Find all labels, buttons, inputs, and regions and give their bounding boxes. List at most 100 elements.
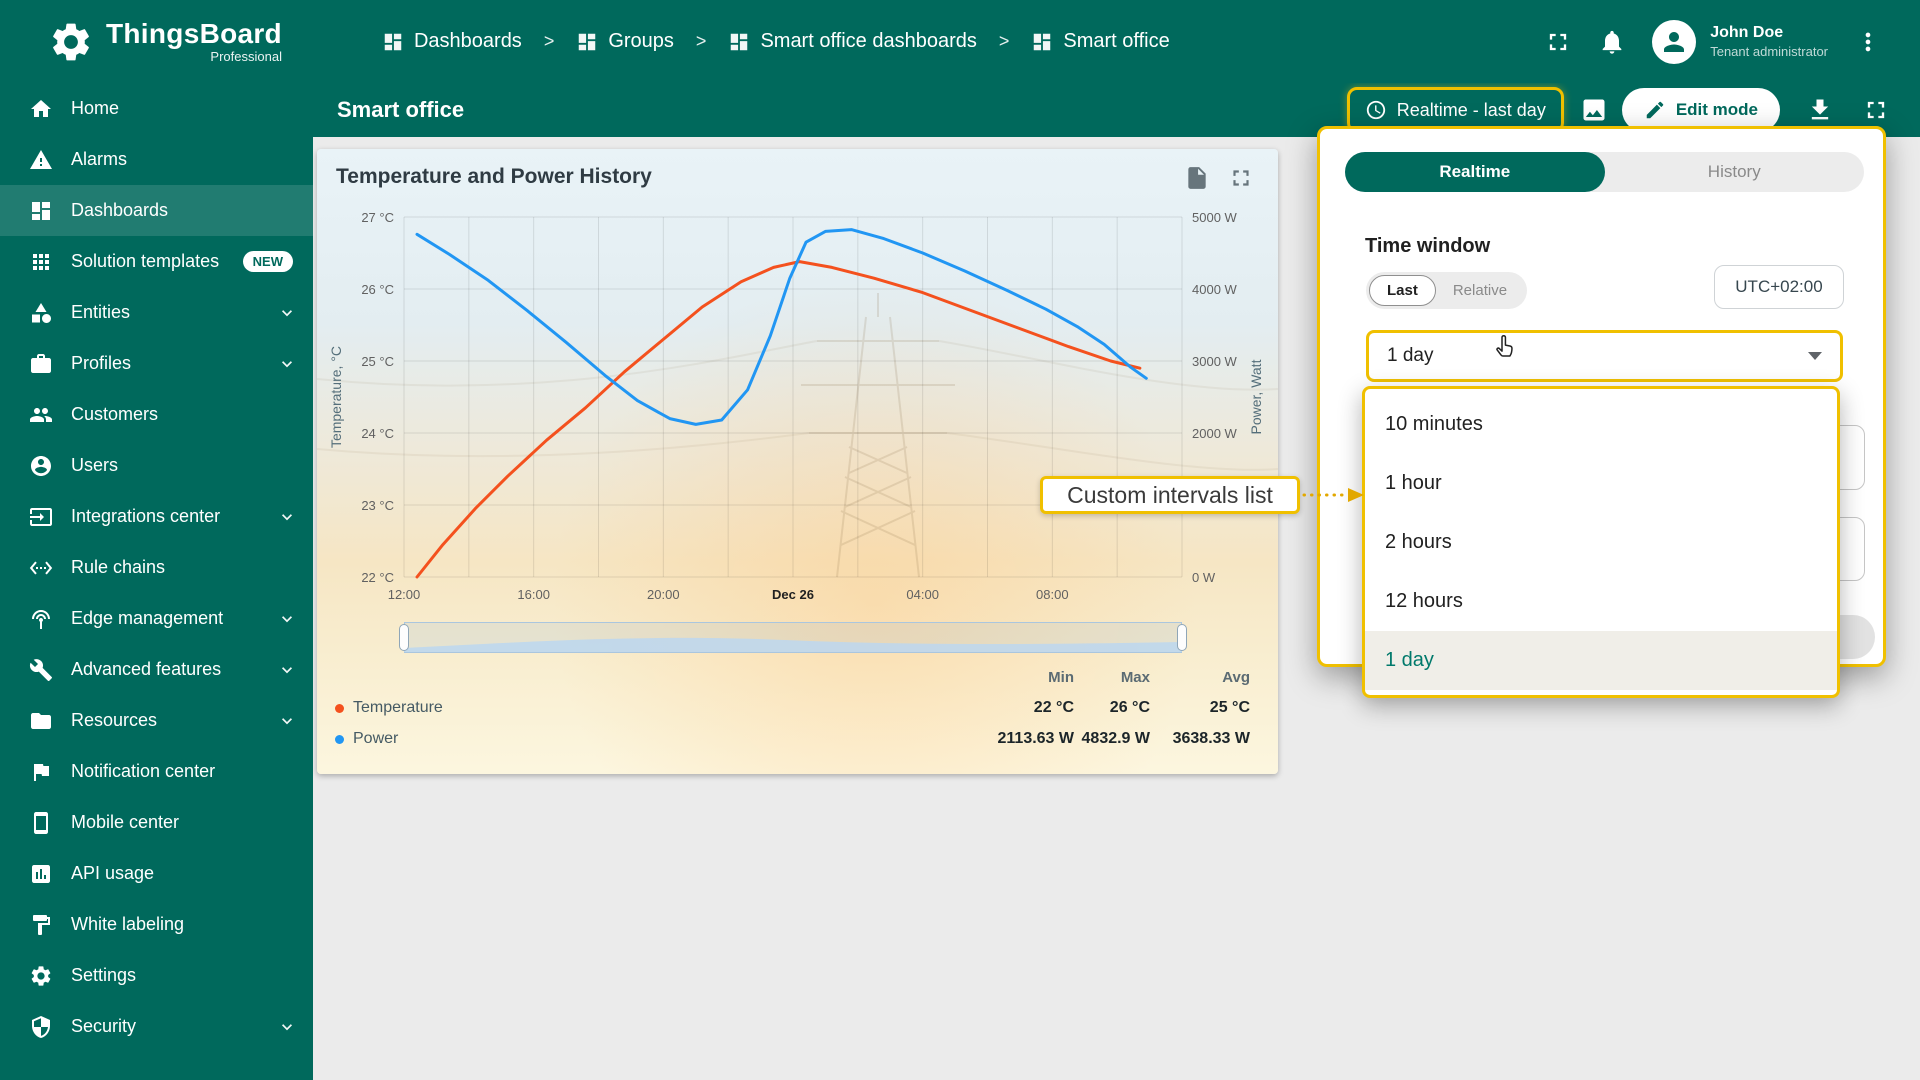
toolbar-fullscreen-icon[interactable] [1862,96,1890,124]
interval-option-1-hour[interactable]: 1 hour [1365,454,1837,513]
kebab-menu-icon[interactable] [1854,28,1882,56]
breadcrumb: Dashboards > Groups > Smart office dashboard… [382,30,1170,53]
interval-option-2-hours[interactable]: 2 hours [1365,513,1837,572]
svg-text:Power, Watt: Power, Watt [1248,359,1264,434]
edge-icon [29,607,53,631]
notifications-bell-icon[interactable] [1598,28,1626,56]
integrations-icon [29,505,53,529]
app-logo[interactable]: ThingsBoard Professional [0,19,282,65]
dashboard-title: Smart office [337,97,465,122]
download-icon[interactable] [1806,96,1834,124]
toggle-last[interactable]: Last [1369,275,1436,306]
series-dot [335,734,344,744]
sidebar-item-label: Settings [71,965,137,985]
interval-option-12-hours[interactable]: 12 hours [1365,572,1837,631]
app-tagline: Professional [210,48,282,64]
sidebar-item-rule-chains[interactable]: Rule chains [0,542,313,593]
svg-text:16:00: 16:00 [517,587,550,602]
sidebar-item-resources[interactable]: Resources [0,695,313,746]
sidebar-item-settings[interactable]: Settings [0,950,313,1001]
sidebar-item-entities[interactable]: Entities [0,287,313,338]
sidebar-item-edge-management[interactable]: Edge management [0,593,313,644]
alarms-icon [29,148,53,172]
sidebar-item-label: Solution templates [71,251,220,271]
legend-col-min: Min [1048,669,1074,686]
interval-dropdown: 10 minutes 1 hour 2 hours 12 hours 1 day [1362,386,1840,698]
svg-text:12:00: 12:00 [388,587,421,602]
breadcrumb-item-dashboards[interactable]: Dashboards [382,30,522,53]
sidebar-item-profiles[interactable]: Profiles [0,338,313,389]
chevron-down-icon [277,507,297,527]
sidebar-item-api-usage[interactable]: API usage [0,848,313,899]
sidebar-item-customers[interactable]: Customers [0,389,313,440]
sidebar-item-home[interactable]: Home [0,83,313,134]
tab-realtime[interactable]: Realtime [1345,152,1605,192]
mobile-icon [29,811,53,835]
user-menu[interactable]: John Doe Tenant administrator [1652,19,1828,64]
annotation-arrow [1302,488,1364,502]
breadcrumb-item-smart-office[interactable]: Smart office [1031,30,1170,53]
legend-temperature-avg: 25 °C [1209,699,1250,716]
image-icon[interactable] [1580,96,1608,124]
tab-history[interactable]: History [1605,152,1865,192]
breadcrumb-label: Groups [608,30,674,52]
sidebar-item-dashboards[interactable]: Dashboards [0,185,313,236]
sidebar-item-solution-templates[interactable]: Solution templates NEW [0,236,313,287]
breadcrumb-label: Smart office [1063,30,1170,52]
chevron-down-icon [277,1017,297,1037]
breadcrumb-label: Smart office dashboards [760,30,977,52]
breadcrumb-item-groups[interactable]: Groups [576,30,674,53]
advanced-icon [29,658,53,682]
breadcrumb-item-smart-office-dashboards[interactable]: Smart office dashboards [728,30,977,53]
sidebar-item-users[interactable]: Users [0,440,313,491]
toggle-relative[interactable]: Relative [1436,275,1524,306]
export-icon[interactable] [1184,165,1210,191]
sidebar-item-label: Mobile center [71,812,180,832]
sidebar-item-label: Security [71,1016,137,1036]
slider-handle-right[interactable] [1177,624,1187,651]
clock-icon [1365,99,1387,121]
widget-title: Temperature and Power History [336,165,652,188]
svg-text:Dec 26: Dec 26 [772,587,814,602]
chart-widget: Temperature and Power History 27 °C 26 °C… [317,149,1278,774]
sidebar-item-mobile-center[interactable]: Mobile center [0,797,313,848]
sidebar-item-security[interactable]: Security [0,1001,313,1052]
interval-select[interactable]: 1 day [1366,330,1843,382]
dashboards-icon [29,199,53,223]
time-range-slider[interactable] [399,618,1187,657]
entities-icon [29,301,53,325]
svg-text:08:00: 08:00 [1036,587,1069,602]
sidebar-item-label: Resources [71,710,158,730]
annotation-callout: Custom intervals list [1040,476,1300,514]
sidebar-item-white-labeling[interactable]: White labeling [0,899,313,950]
cursor-hand-icon [1496,334,1513,357]
sidebar-item-alarms[interactable]: Alarms [0,134,313,185]
interval-option-1-day[interactable]: 1 day [1365,631,1837,690]
timezone-button[interactable]: UTC+02:00 [1714,265,1844,309]
breadcrumb-separator: > [998,31,1010,51]
sidebar-item-label: Entities [71,302,131,322]
security-icon [29,1015,53,1039]
widget-actions [1184,165,1254,191]
chevron-down-icon [277,711,297,731]
legend-series-temperature[interactable]: Temperature [335,699,954,717]
sidebar-item-notification-center[interactable]: Notification center [0,746,313,797]
grid-icon [1031,31,1053,53]
svg-text:2000 W: 2000 W [1192,426,1238,441]
timewindow-tabs: Realtime History [1345,152,1864,192]
legend-series-power[interactable]: Power [335,730,954,748]
solution-templates-icon [29,250,53,274]
svg-text:27 °C: 27 °C [361,210,394,225]
sidebar-item-label: Home [71,98,120,118]
sidebar-item-integrations-center[interactable]: Integrations center [0,491,313,542]
sidebar-item-advanced-features[interactable]: Advanced features [0,644,313,695]
slider-handle-left[interactable] [399,624,409,651]
avatar [1652,19,1697,64]
widget-fullscreen-icon[interactable] [1228,165,1254,191]
chevron-down-icon [277,660,297,680]
chevron-down-icon [277,609,297,629]
fullscreen-icon[interactable] [1544,28,1572,56]
sidebar-item-label: Advanced features [71,659,222,679]
legend-col-avg: Avg [1222,669,1250,686]
interval-option-10-minutes[interactable]: 10 minutes [1365,395,1837,454]
